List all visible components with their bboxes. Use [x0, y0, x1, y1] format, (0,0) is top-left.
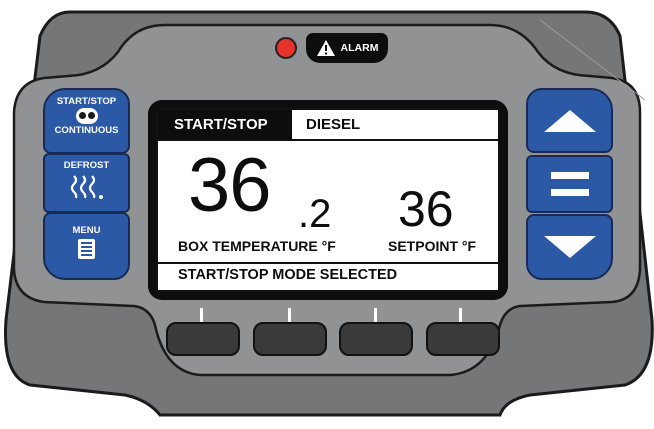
setpoint-label: SETPOINT °F [388, 238, 477, 254]
warning-icon [316, 40, 335, 56]
fuel-tab: DIESEL [306, 116, 361, 133]
defrost-button[interactable]: DEFROST [43, 153, 130, 213]
divider [158, 262, 498, 264]
down-arrow-button[interactable] [526, 214, 613, 280]
up-arrow-button[interactable] [526, 88, 613, 153]
softkey-2[interactable] [253, 322, 327, 356]
softkey-indicator [459, 308, 462, 322]
start-stop-continuous-icon [75, 108, 98, 124]
alarm-label: ALARM [340, 42, 379, 54]
arrow-up-icon [543, 109, 596, 132]
menu-button[interactable]: MENU [43, 212, 130, 280]
continuous-label: CONTINUOUS [54, 125, 119, 136]
menu-label: MENU [72, 225, 101, 236]
box-temperature-label: BOX TEMPERATURE °F [178, 238, 336, 254]
menu-icon [78, 239, 95, 259]
arrow-down-icon [543, 236, 596, 258]
softkey-indicator [200, 308, 203, 322]
softkey-3[interactable] [339, 322, 413, 356]
box-temperature-decimal: .2 [298, 192, 332, 236]
defrost-icon [70, 175, 103, 199]
start-stop-continuous-button[interactable]: START/STOP CONTINUOUS [43, 88, 130, 154]
softkey-indicator [374, 308, 377, 322]
softkey-indicator [288, 308, 291, 322]
defrost-label: DEFROST [63, 160, 110, 171]
equals-icon [550, 172, 589, 196]
alarm-led [275, 37, 297, 59]
divider [158, 139, 498, 141]
status-message: START/STOP MODE SELECTED [178, 267, 398, 283]
alarm-indicator: ALARM [306, 33, 388, 63]
softkey-1[interactable] [166, 322, 240, 356]
enter-button[interactable] [526, 155, 613, 213]
mode-tab: START/STOP [158, 110, 292, 139]
softkey-4[interactable] [426, 322, 500, 356]
box-temperature-value: 36 [188, 143, 272, 228]
lcd-display: START/STOP DIESEL 36 .2 36 BOX TEMPERATU… [156, 108, 500, 292]
setpoint-value: 36 [398, 181, 454, 237]
start-stop-label: START/STOP [56, 96, 117, 107]
